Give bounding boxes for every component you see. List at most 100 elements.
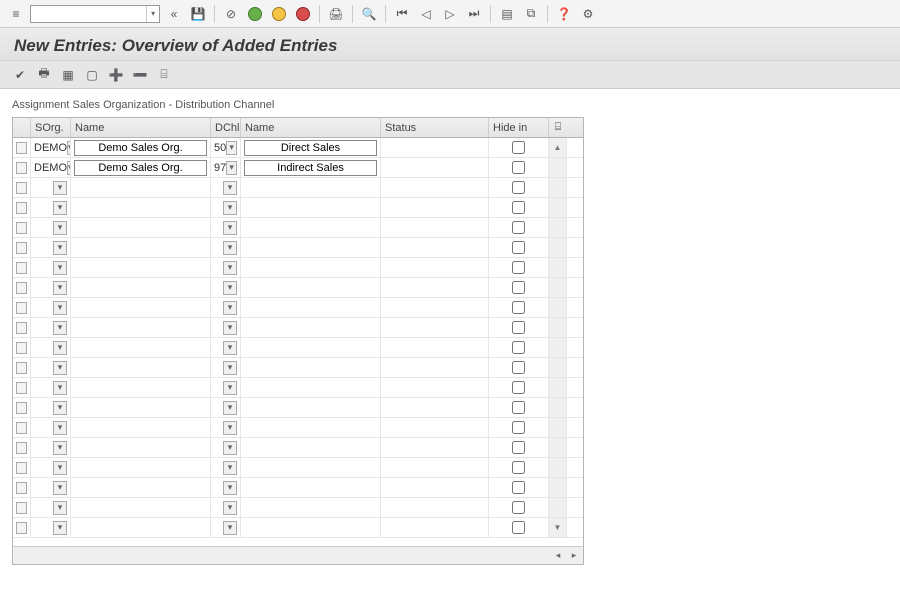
value-help-icon[interactable]: ▾ [226, 161, 237, 175]
cell-dchl[interactable]: ▾ [211, 418, 241, 437]
value-help-icon[interactable]: ▾ [223, 201, 237, 215]
cell-status[interactable] [381, 458, 489, 477]
cell-status[interactable] [381, 318, 489, 337]
back-button[interactable]: « [164, 4, 184, 24]
cell-dchl[interactable]: ▾ [211, 298, 241, 317]
value-help-icon[interactable]: ▾ [53, 181, 67, 195]
value-help-icon[interactable]: ▾ [53, 501, 67, 515]
cell-sorg[interactable]: ▾ [31, 238, 71, 257]
cell-dchl[interactable]: ▾ [211, 518, 241, 537]
header-name2[interactable]: Name [241, 118, 381, 137]
hide-checkbox[interactable] [512, 521, 525, 534]
cell-status[interactable] [381, 338, 489, 357]
next-record-button[interactable]: ▷ [440, 4, 460, 24]
hide-checkbox[interactable] [512, 381, 525, 394]
cell-sorg[interactable]: ▾ [31, 358, 71, 377]
cell-sorg[interactable]: ▾ [31, 318, 71, 337]
hide-checkbox[interactable] [512, 261, 525, 274]
row-selector[interactable] [13, 338, 31, 357]
row-selector[interactable] [13, 318, 31, 337]
cell-dchl[interactable]: 50▾ [211, 138, 241, 157]
cell-dchl[interactable]: ▾ [211, 378, 241, 397]
cell-status[interactable] [381, 378, 489, 397]
cell-sorg[interactable]: ▾ [31, 298, 71, 317]
insert-row-button[interactable]: ➕ [106, 65, 126, 85]
header-status[interactable]: Status [381, 118, 489, 137]
value-help-icon[interactable]: ▾ [223, 421, 237, 435]
cell-dchl[interactable]: ▾ [211, 178, 241, 197]
hide-checkbox[interactable] [512, 201, 525, 214]
cell-sorg[interactable]: ▾ [31, 458, 71, 477]
header-dchl[interactable]: DChl [211, 118, 241, 137]
value-help-icon[interactable]: ▾ [53, 381, 67, 395]
cell-status[interactable] [381, 498, 489, 517]
value-help-icon[interactable]: ▾ [223, 481, 237, 495]
cell-status[interactable] [381, 518, 489, 537]
value-help-icon[interactable]: ▾ [53, 201, 67, 215]
row-selector[interactable] [13, 158, 31, 177]
scroll-up-icon[interactable]: ▲ [554, 143, 562, 152]
row-selector[interactable] [13, 438, 31, 457]
hide-checkbox[interactable] [512, 161, 525, 174]
cell-dchl[interactable]: ▾ [211, 218, 241, 237]
row-selector[interactable] [13, 198, 31, 217]
header-config[interactable]: ⌸ [549, 118, 567, 137]
cell-dchl[interactable]: ▾ [211, 278, 241, 297]
value-help-icon[interactable]: ▾ [223, 321, 237, 335]
cell-sorg[interactable]: ▾ [31, 258, 71, 277]
value-help-icon[interactable]: ▾ [223, 381, 237, 395]
value-help-icon[interactable]: ▾ [223, 221, 237, 235]
header-hide[interactable]: Hide in [489, 118, 549, 137]
cell-status[interactable] [381, 218, 489, 237]
row-selector[interactable] [13, 358, 31, 377]
value-help-icon[interactable]: ▾ [223, 181, 237, 195]
row-selector[interactable] [13, 298, 31, 317]
cell-sorg[interactable]: ▾ [31, 218, 71, 237]
value-help-icon[interactable]: ▾ [223, 461, 237, 475]
cell-sorg[interactable]: ▾ [31, 278, 71, 297]
generate-shortcut-button[interactable]: ⧉ [521, 4, 541, 24]
cell-dchl[interactable]: ▾ [211, 318, 241, 337]
value-help-icon[interactable]: ▾ [53, 481, 67, 495]
cell-dchl[interactable]: ▾ [211, 438, 241, 457]
cell-status[interactable] [381, 418, 489, 437]
value-help-icon[interactable]: ▾ [223, 241, 237, 255]
save-button[interactable]: 💾 [188, 4, 208, 24]
hide-checkbox[interactable] [512, 141, 525, 154]
cell-sorg[interactable]: ▾ [31, 438, 71, 457]
scroll-left-button[interactable]: ◂ [551, 549, 565, 563]
name2-input[interactable] [244, 160, 377, 176]
last-record-button[interactable]: ⏭ [464, 4, 484, 24]
cell-dchl[interactable]: ▾ [211, 398, 241, 417]
find-button[interactable]: 🔍 [359, 4, 379, 24]
hide-checkbox[interactable] [512, 181, 525, 194]
hide-checkbox[interactable] [512, 421, 525, 434]
new-session-button[interactable]: ▤ [497, 4, 517, 24]
cell-status[interactable] [381, 438, 489, 457]
hide-checkbox[interactable] [512, 321, 525, 334]
row-selector[interactable] [13, 378, 31, 397]
select-all-button[interactable]: ▦ [58, 65, 78, 85]
row-selector[interactable] [13, 218, 31, 237]
cell-status[interactable] [381, 278, 489, 297]
main-menu-button[interactable]: ≡ [6, 4, 26, 24]
help-button[interactable]: ❓ [554, 4, 574, 24]
cell-dchl[interactable]: ▾ [211, 338, 241, 357]
value-help-icon[interactable]: ▾ [53, 341, 67, 355]
cell-dchl[interactable]: ▾ [211, 458, 241, 477]
row-selector[interactable] [13, 398, 31, 417]
value-help-icon[interactable]: ▾ [53, 461, 67, 475]
value-help-icon[interactable]: ▾ [53, 521, 67, 535]
cell-sorg[interactable]: ▾ [31, 198, 71, 217]
value-help-icon[interactable]: ▾ [53, 321, 67, 335]
hide-checkbox[interactable] [512, 221, 525, 234]
cell-status[interactable] [381, 198, 489, 217]
cell-status[interactable] [381, 398, 489, 417]
value-help-icon[interactable]: ▾ [53, 301, 67, 315]
cell-status[interactable] [381, 238, 489, 257]
name1-input[interactable] [74, 160, 207, 176]
command-dropdown[interactable]: ▾ [146, 6, 159, 22]
value-help-icon[interactable]: ▾ [223, 261, 237, 275]
cell-sorg[interactable]: ▾ [31, 338, 71, 357]
cell-status[interactable] [381, 138, 489, 157]
